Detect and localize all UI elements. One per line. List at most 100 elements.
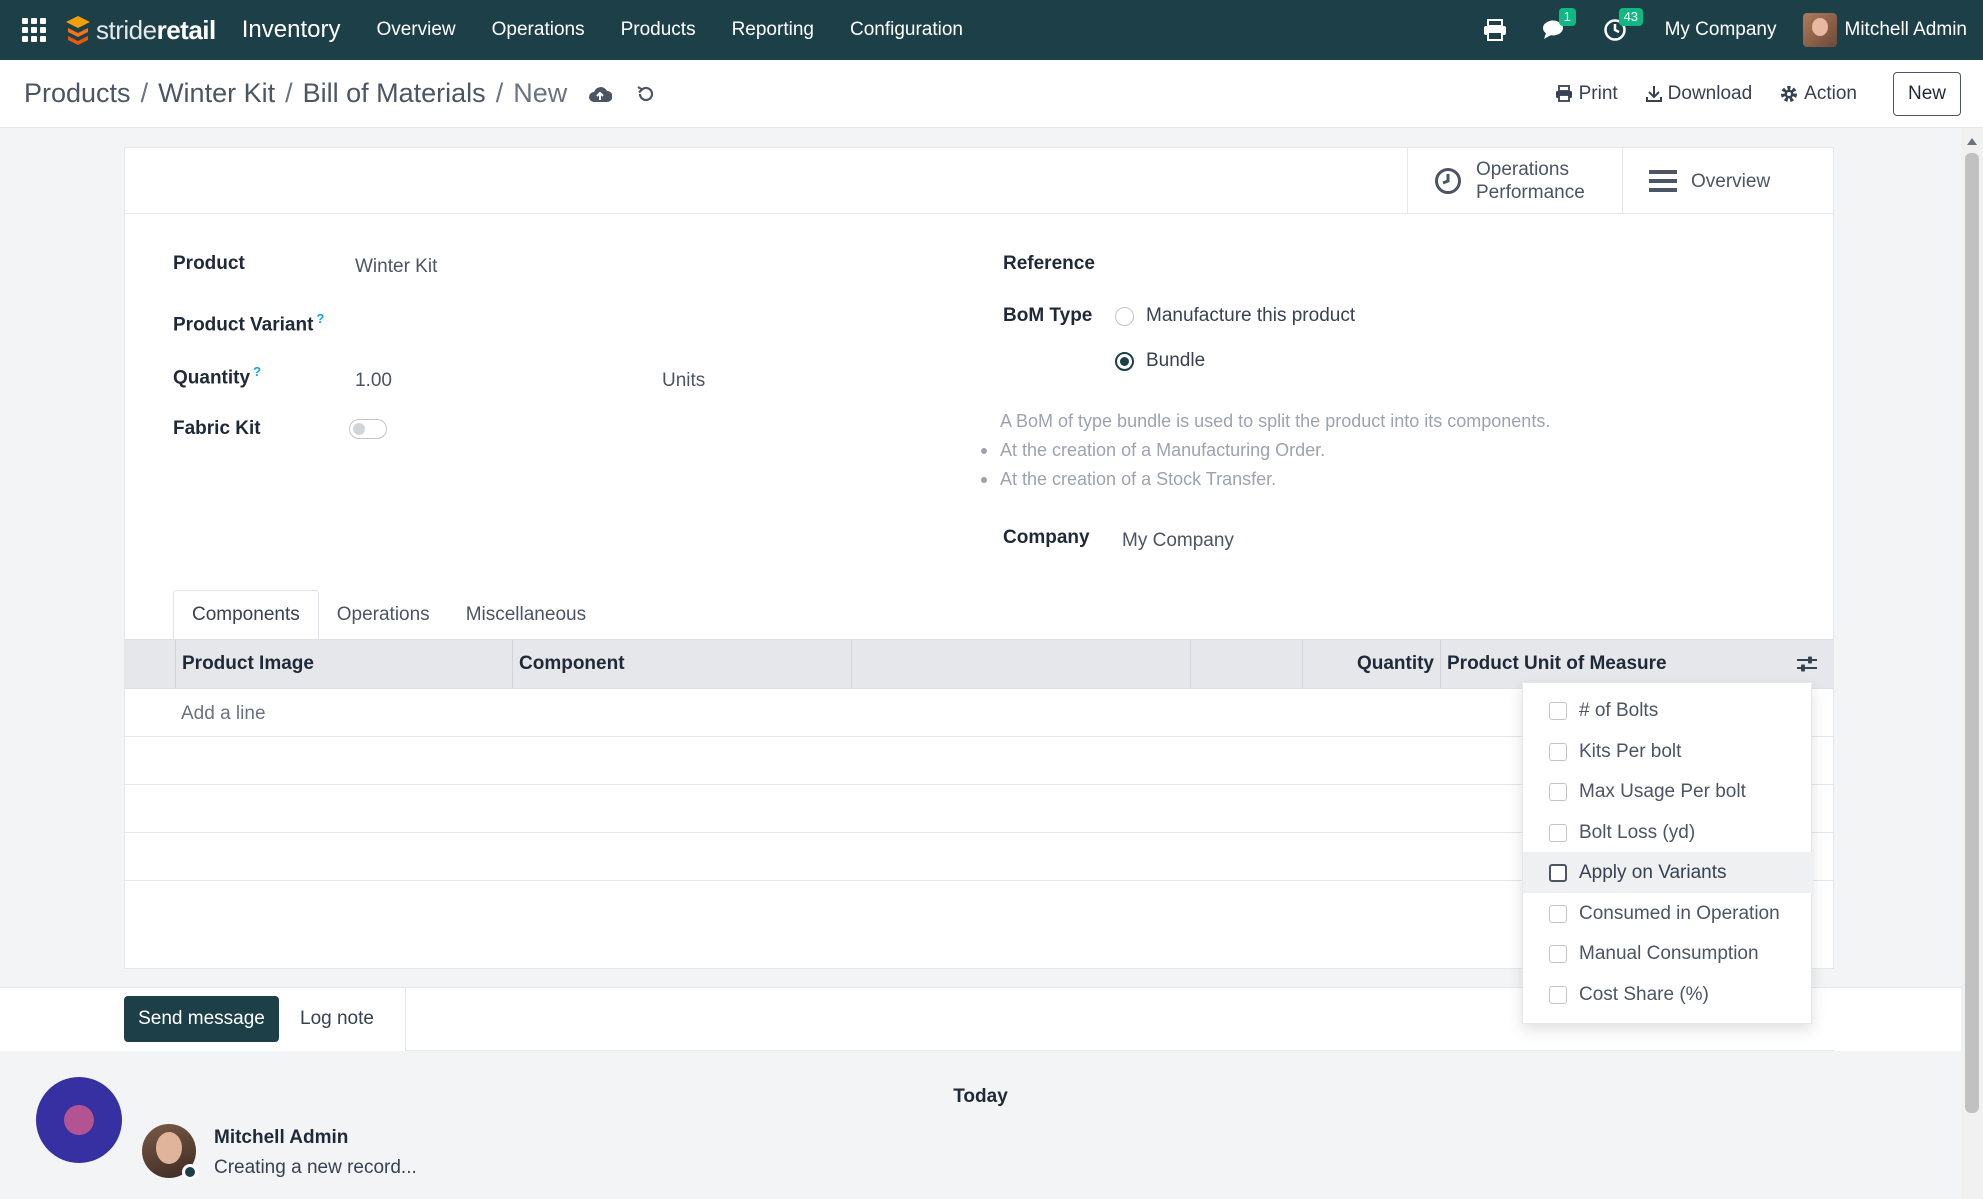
optional-column-apply-on-variants[interactable]: Apply on Variants — [1523, 852, 1813, 893]
messages-badge: 1 — [1558, 8, 1576, 26]
menu-products[interactable]: Products — [603, 19, 714, 41]
user-name: Mitchell Admin — [1844, 19, 1968, 40]
checkbox[interactable] — [1549, 701, 1567, 720]
company-switcher[interactable]: My Company — [1665, 19, 1777, 41]
discard-undo-icon[interactable] — [633, 81, 659, 107]
bom-type-label: BoM Type — [1003, 305, 1093, 326]
menu-reporting[interactable]: Reporting — [714, 19, 832, 41]
optional-columns-dropdown: # of Bolts Kits Per bolt Max Usage Per b… — [1522, 682, 1813, 1024]
product-field[interactable]: Winter Kit — [355, 256, 437, 278]
download-button[interactable]: Download — [1645, 83, 1752, 105]
tab-operations[interactable]: Operations — [319, 590, 448, 639]
bom-type-help-text: A BoM of type bundle is used to split th… — [981, 407, 1550, 494]
smart-button-box: Operations Performance Overview — [125, 148, 1833, 214]
activities-clock-icon[interactable]: 43 — [1601, 8, 1644, 44]
control-panel: Products / Winter Kit / Bill of Material… — [0, 60, 1983, 128]
overview-button[interactable]: Overview — [1622, 148, 1835, 214]
brand-name: strideretail — [96, 14, 216, 45]
bom-help-point: At the creation of a Stock Transfer. — [981, 465, 1550, 494]
optional-column-consumed-in-operation[interactable]: Consumed in Operation — [1523, 893, 1813, 934]
reference-field[interactable] — [1120, 250, 1670, 280]
bom-type-bundle-radio[interactable]: Bundle — [1115, 350, 1205, 372]
user-menu[interactable]: Mitchell Admin — [1802, 13, 1968, 47]
checkbox[interactable] — [1549, 944, 1567, 963]
product-variant-label: Product Variant? — [173, 311, 325, 336]
column-component[interactable]: Component — [512, 640, 851, 688]
send-message-button[interactable]: Send message — [124, 996, 279, 1042]
page-scrollbar[interactable] — [1961, 128, 1983, 1199]
floating-assistant-button[interactable] — [36, 1077, 122, 1163]
optional-column-manual-consumption[interactable]: Manual Consumption — [1523, 933, 1813, 974]
breadcrumb-current: New — [513, 78, 568, 108]
brand-logo[interactable]: strideretail — [64, 14, 216, 46]
checkbox[interactable] — [1549, 742, 1567, 761]
print-button[interactable]: Print — [1555, 83, 1618, 105]
tab-components[interactable]: Components — [173, 590, 319, 639]
quantity-field[interactable]: 1.00 — [355, 370, 392, 392]
list-bars-icon — [1649, 170, 1677, 192]
checkbox[interactable] — [1549, 863, 1567, 882]
column-blank-1[interactable] — [851, 640, 1190, 688]
notebook-tabs: Components Operations Miscellaneous — [173, 590, 604, 639]
message-body: Creating a new record... — [214, 1157, 417, 1178]
column-product-uom[interactable]: Product Unit of Measure — [1440, 640, 1780, 688]
checkbox[interactable] — [1549, 985, 1567, 1004]
new-button[interactable]: New — [1892, 71, 1961, 116]
date-separator: Today — [953, 1086, 1008, 1107]
fabric-kit-label: Fabric Kit — [173, 418, 261, 439]
app-name[interactable]: Inventory — [242, 16, 341, 44]
main-menu: Overview Operations Products Reporting C… — [358, 19, 981, 41]
optional-column-cost-share[interactable]: Cost Share (%) — [1523, 974, 1813, 1015]
column-product-image[interactable]: Product Image — [175, 640, 512, 688]
message-author-avatar — [142, 1124, 198, 1180]
product-variant-field[interactable] — [355, 311, 725, 337]
column-quantity[interactable]: Quantity — [1302, 640, 1440, 688]
reference-label: Reference — [1003, 253, 1095, 274]
optional-column-max-usage[interactable]: Max Usage Per bolt — [1523, 771, 1813, 812]
menu-operations[interactable]: Operations — [474, 19, 603, 41]
user-avatar — [1802, 13, 1837, 47]
help-icon[interactable]: ? — [316, 311, 324, 326]
printer-icon[interactable] — [1481, 16, 1509, 44]
messages-icon[interactable]: 1 — [1541, 8, 1576, 44]
add-a-line-link[interactable]: Add a line — [181, 703, 266, 725]
breadcrumb-products[interactable]: Products — [24, 78, 131, 109]
tab-miscellaneous[interactable]: Miscellaneous — [448, 590, 604, 639]
menu-overview[interactable]: Overview — [358, 19, 473, 41]
scroll-up-arrow-icon[interactable] — [1967, 138, 1977, 145]
message-author[interactable]: Mitchell Admin — [214, 1127, 348, 1149]
apps-menu-icon[interactable] — [20, 16, 48, 44]
fabric-kit-toggle[interactable] — [349, 419, 387, 439]
clock-icon — [1435, 168, 1461, 194]
download-icon — [1645, 86, 1662, 102]
checkbox[interactable] — [1549, 782, 1567, 801]
activities-badge: 43 — [1618, 8, 1644, 26]
bom-help-point: At the creation of a Manufacturing Order… — [981, 436, 1550, 465]
quantity-label: Quantity? — [173, 364, 262, 389]
checkbox[interactable] — [1549, 904, 1567, 923]
help-icon[interactable]: ? — [253, 364, 261, 379]
optional-column-kits-per-bolt[interactable]: Kits Per bolt — [1523, 731, 1813, 772]
operations-performance-button[interactable]: Operations Performance — [1407, 148, 1622, 214]
gear-icon — [1781, 85, 1798, 102]
chatter-divider — [405, 987, 406, 1051]
menu-configuration[interactable]: Configuration — [832, 19, 981, 41]
optional-columns-toggle-icon[interactable] — [1780, 640, 1834, 688]
bom-type-manufacture-radio[interactable]: Manufacture this product — [1115, 305, 1355, 327]
quantity-uom-field[interactable]: Units — [662, 370, 705, 392]
optional-column-bolts[interactable]: # of Bolts — [1523, 690, 1813, 731]
checkbox[interactable] — [1549, 823, 1567, 842]
online-status-icon — [182, 1164, 198, 1180]
breadcrumb: Products / Winter Kit / Bill of Material… — [24, 78, 568, 109]
action-button[interactable]: Action — [1780, 83, 1857, 105]
scrollbar-thumb[interactable] — [1965, 153, 1979, 1113]
chatter-divider-line — [405, 1050, 1834, 1051]
brand-mark-icon — [66, 16, 90, 45]
optional-column-bolt-loss[interactable]: Bolt Loss (yd) — [1523, 812, 1813, 853]
company-field[interactable]: My Company — [1122, 530, 1234, 552]
breadcrumb-winter-kit[interactable]: Winter Kit — [158, 78, 275, 109]
save-cloud-icon[interactable] — [587, 81, 613, 107]
column-blank-2[interactable] — [1190, 640, 1302, 688]
log-note-button[interactable]: Log note — [300, 996, 374, 1042]
breadcrumb-bom[interactable]: Bill of Materials — [303, 78, 486, 109]
